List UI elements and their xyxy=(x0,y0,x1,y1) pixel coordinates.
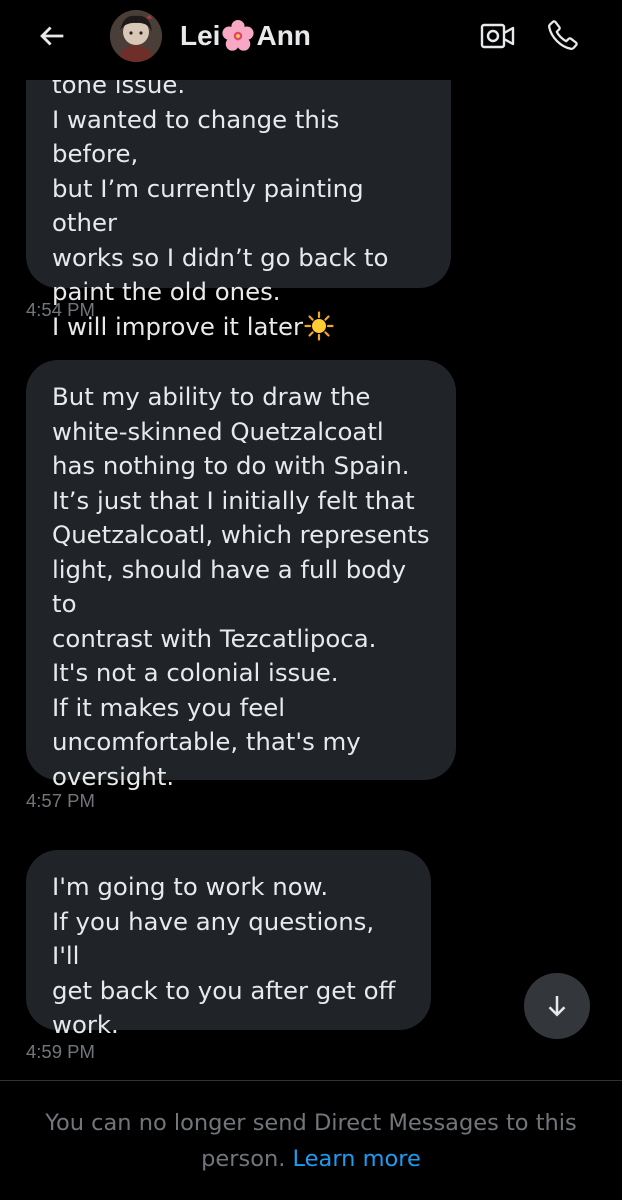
message-list[interactable]: tone issue. I wanted to change this befo… xyxy=(0,80,622,1080)
message-text: tone issue. I wanted to change this befo… xyxy=(52,80,389,341)
message-timestamp: 4:59 PM xyxy=(26,1041,95,1062)
message-bubble[interactable]: But my ability to draw the white-skinned… xyxy=(26,360,456,791)
voice-call-button[interactable] xyxy=(542,14,584,56)
conversation-header: Lei Ann xyxy=(0,0,622,80)
avatar[interactable] xyxy=(110,10,162,62)
message-timestamp: 4:57 PM xyxy=(26,790,95,811)
phone-icon xyxy=(548,20,578,50)
learn-more-link[interactable]: Learn more xyxy=(293,1146,421,1172)
cherry-blossom-icon xyxy=(222,19,255,51)
contact-name-part1: Lei xyxy=(180,20,221,51)
message-bubble[interactable]: I'm going to work now. If you have any q… xyxy=(26,850,431,1039)
message-timestamp: 4:54 PM xyxy=(26,299,95,320)
scroll-to-bottom-button[interactable] xyxy=(524,973,590,1039)
video-call-button[interactable] xyxy=(478,16,518,56)
video-camera-icon xyxy=(480,23,515,49)
contact-name[interactable]: Lei Ann xyxy=(180,16,311,56)
message-text: But my ability to draw the white-skinned… xyxy=(52,382,430,791)
back-button[interactable] xyxy=(30,14,74,58)
avatar-image xyxy=(110,10,162,62)
message-text: I'm going to work now. If you have any q… xyxy=(52,872,396,1039)
message-bubble[interactable]: tone issue. I wanted to change this befo… xyxy=(26,80,451,341)
dm-restricted-notice: You can no longer send Direct Messages t… xyxy=(0,1105,622,1177)
sun-icon xyxy=(304,310,334,341)
contact-name-part2: Ann xyxy=(256,20,311,51)
arrow-left-icon xyxy=(40,26,64,46)
dm-restricted-footer: You can no longer send Direct Messages t… xyxy=(0,1080,622,1200)
arrow-down-icon xyxy=(548,996,566,1017)
